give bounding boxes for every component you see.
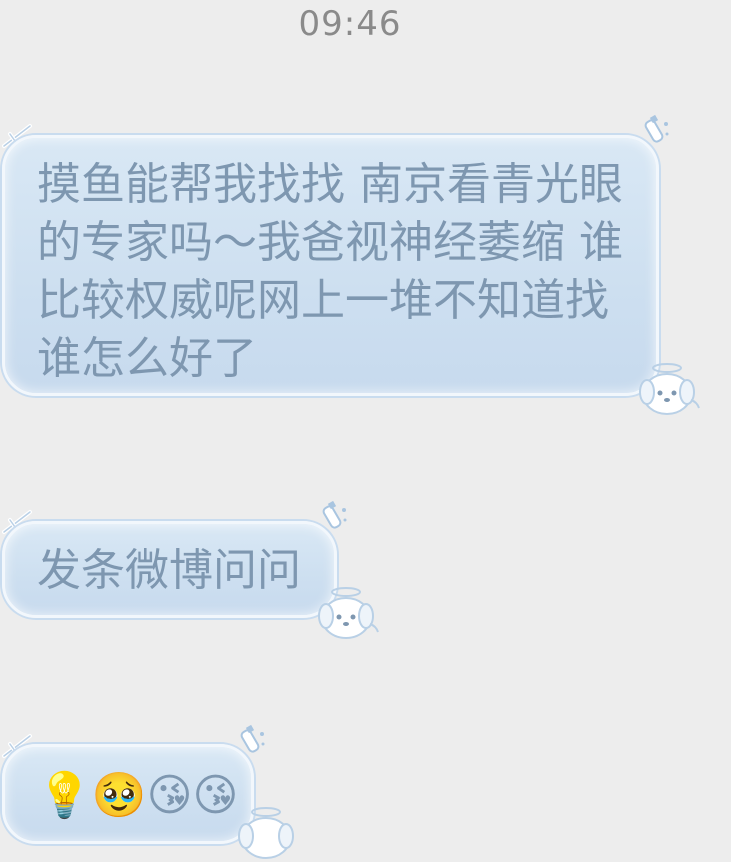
angel-puppy-sticker-icon [238,807,294,859]
message-bubble[interactable]: 💡 🥹 😘 😘 [2,744,254,844]
kissing-heart-face-icon: 😘 [146,770,193,821]
message-text: 摸鱼能帮我找找 南京看青光眼的专家吗～我爸视神经萎缩 谁比较权威呢网上一堆不知道… [37,159,623,384]
emoji-row: 💡 🥹 😘 😘 [37,767,243,825]
message-bubble[interactable]: 摸鱼能帮我找找 南京看青光眼的专家吗～我爸视神经萎缩 谁比较权威呢网上一堆不知道… [2,135,659,396]
message-timestamp: 09:46 [298,4,402,44]
kissing-heart-face-icon: 😘 [192,770,239,821]
angel-puppy-sticker-icon [318,587,379,639]
message-text: 发条微博问问 [37,545,301,596]
message-bubble[interactable]: 发条微博问问 [2,521,337,618]
angel-puppy-sticker-icon [639,363,700,415]
lightbulb-person-icon: 💡 [37,770,92,821]
crying-grateful-face-icon: 🥹 [91,770,147,821]
